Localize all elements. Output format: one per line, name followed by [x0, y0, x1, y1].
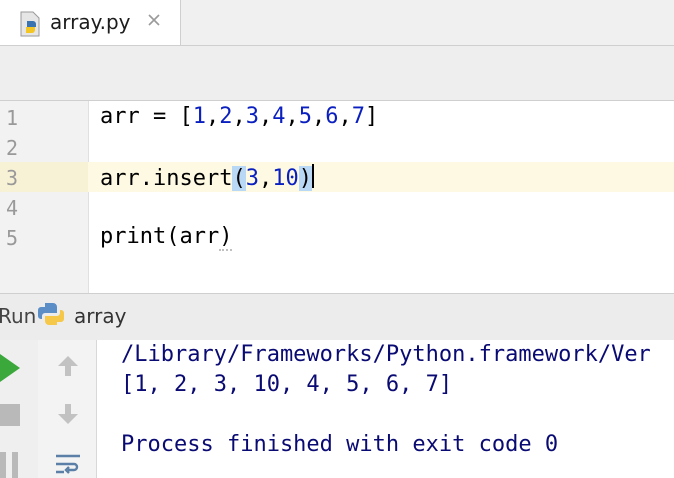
number-literal: 7 [351, 104, 365, 129]
number-literal: 10 [272, 166, 299, 191]
code-token: ] [364, 104, 379, 129]
number-literal: 5 [298, 104, 312, 129]
code-line[interactable]: print(arr) [100, 224, 233, 251]
line-number: 3 [6, 166, 19, 190]
line-number: 1 [6, 106, 19, 130]
up-arrow-icon[interactable] [56, 354, 80, 378]
run-icon[interactable] [0, 354, 22, 382]
number-literal: 4 [272, 104, 286, 129]
line-number: 2 [6, 136, 19, 160]
text-caret [311, 164, 314, 188]
stop-icon[interactable] [0, 404, 20, 426]
down-arrow-icon[interactable] [56, 402, 80, 426]
python-file-icon [20, 11, 40, 37]
run-toolbar-right [38, 340, 97, 478]
line-number: 4 [6, 196, 19, 220]
run-label: Run [0, 304, 37, 328]
pause-icon[interactable] [0, 452, 20, 478]
matched-brace: ( [232, 166, 246, 191]
code-token: arr.insert [100, 166, 233, 191]
close-icon[interactable] [144, 10, 164, 30]
console-line: Process finished with exit code 0 [121, 432, 559, 457]
run-toolbar-left [0, 340, 39, 478]
number-literal: 3 [245, 104, 259, 129]
number-literal: 3 [245, 166, 259, 191]
run-toolwindow-header: Run array [0, 293, 674, 341]
code-line[interactable]: arr = [1,2,3,4,5,6,7] [100, 104, 378, 129]
navigation-strip [0, 46, 674, 101]
number-literal: 6 [325, 104, 339, 129]
run-config-name[interactable]: array [74, 304, 126, 328]
code-token: arr = [ [100, 104, 193, 129]
code-editor[interactable]: 1 2 3 4 5 arr = [1,2,3,4,5,6,7] arr.inse… [0, 101, 674, 293]
code-token: print(arr [100, 224, 220, 249]
matched-brace: ) [298, 166, 312, 191]
console-line: [1, 2, 3, 10, 4, 5, 6, 7] [121, 372, 453, 397]
editor-tab-bar: array.py [0, 0, 674, 46]
number-literal: 1 [192, 104, 206, 129]
editor-tab[interactable]: array.py [0, 0, 181, 45]
tab-filename: array.py [50, 10, 131, 34]
console-output[interactable]: /Library/Frameworks/Python.framework/Ver… [97, 340, 674, 478]
code-token: ) [219, 224, 233, 251]
console-line: /Library/Frameworks/Python.framework/Ver [121, 342, 651, 367]
code-line[interactable]: arr.insert(3,10) [100, 164, 314, 191]
number-literal: 2 [219, 104, 233, 129]
line-number: 5 [6, 226, 19, 250]
code-token: , [258, 166, 273, 191]
python-icon [38, 303, 64, 325]
soft-wrap-icon[interactable] [54, 452, 82, 478]
